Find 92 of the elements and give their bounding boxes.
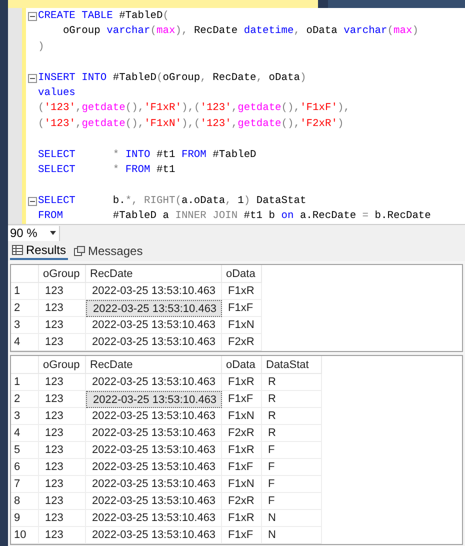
table-cell: 123 [39,425,86,442]
table-cell: F [262,459,322,476]
table-cell: 2022-03-25 13:53:10.463 [86,334,222,351]
table-cell: 123 [39,442,86,459]
table-cell: 2022-03-25 13:53:10.463 [86,300,222,317]
code-line: SELECT b.*, RIGHT(a.oData, 1) DataStat [38,194,306,209]
table-cell: F1xN [222,476,262,493]
table-cell: F1xF [222,527,262,544]
table-cell: F1xF [222,300,262,317]
zoom-dropdown[interactable]: 90 % [8,226,60,240]
table-cell: 123 [39,493,86,510]
table-cell: R [262,408,322,425]
table-cell: N [262,527,322,544]
table-cell: R [262,374,322,391]
table-cell: 123 [39,459,86,476]
table-cell: F1xN [222,408,262,425]
row-number: 2 [11,391,39,408]
table-cell: F1xF [222,459,262,476]
code-line: values [38,86,76,101]
table-cell: F1xR [222,374,262,391]
table-cell: 2022-03-25 13:53:10.463 [86,476,222,493]
code-line: SELECT * INTO #t1 FROM #TableD [38,148,256,163]
row-number: 2 [11,300,39,317]
row-number: 4 [11,334,39,351]
collapse-icon[interactable] [28,12,36,22]
table-cell: 2022-03-25 13:53:10.463 [86,442,222,459]
table-cell: 2022-03-25 13:53:10.463 [86,493,222,510]
row-number: 6 [11,459,39,476]
code-line: CREATE TABLE #TableD( [38,9,169,24]
caret-icon [50,231,56,235]
table-cell: 123 [39,476,86,493]
column-header[interactable]: RecDate [86,356,222,374]
row-number: 3 [11,317,39,334]
table-cell: F [262,476,322,493]
row-number: 7 [11,476,39,493]
header-corner [11,265,39,283]
table-cell: F2xR [222,334,262,351]
column-header[interactable]: RecDate [86,265,222,283]
table-cell: 123 [39,374,86,391]
table-cell: 123 [39,317,86,334]
results-tab[interactable]: Results [10,242,68,260]
table-cell: 2022-03-25 13:53:10.463 [86,510,222,527]
table-cell: R [262,425,322,442]
table-cell: 2022-03-25 13:53:10.463 [86,317,222,334]
table-cell: F [262,442,322,459]
code-line: INSERT INTO #TableD(oGroup, RecDate, oData) [38,70,306,86]
code-line: ) [38,40,44,55]
table-cell: 2022-03-25 13:53:10.463 [86,425,222,442]
column-header[interactable]: oGroup [39,265,86,283]
row-number: 8 [11,493,39,510]
code-line: SELECT * FROM #t1 [38,162,176,178]
table-cell: 123 [39,408,86,425]
table-cell: F [262,493,322,510]
row-number: 1 [11,374,39,391]
table-cell: 2022-03-25 13:53:10.463 [86,408,222,425]
table-cell: F1xR [222,442,262,459]
code-line: ('123',getdate(),'F1xN'),('123',getdate(),'F2xR') [38,116,344,132]
code-line: FROM #TableD a INNER JOIN #t1 b on a.RecDate = b.RecDate [38,209,431,224]
code-line: ('123',getdate(),'F1xR'),('123',getdate(),'F1xF'), [38,101,350,116]
table-cell: 2022-03-25 13:53:10.463 [86,391,222,408]
column-header[interactable]: oData [222,356,262,374]
code-line: oGroup varchar(max), RecDate datetime, oData varchar(max) [62,24,418,40]
collapse-icon[interactable] [28,196,36,206]
header-corner [11,356,39,374]
column-header[interactable]: oData [222,265,262,283]
table-cell: R [262,391,322,408]
table-cell: 123 [39,334,86,351]
grid-icon [12,245,23,255]
results-tab[interactable]: Messages [72,242,145,260]
table-cell: F1xF [222,391,262,408]
table-cell: F1xR [222,510,262,527]
table-cell: F1xR [222,283,262,300]
table-cell: 123 [39,527,86,544]
table-cell: F2xR [222,493,262,510]
table-cell: 2022-03-25 13:53:10.463 [86,527,222,544]
table-cell: 2022-03-25 13:53:10.463 [86,459,222,476]
table-cell: N [262,510,322,527]
collapse-icon[interactable] [28,74,36,83]
table-cell: 123 [39,283,86,300]
table-cell: F2xR [222,425,262,442]
row-number: 5 [11,442,39,459]
table-cell: F1xN [222,317,262,334]
row-number: 10 [11,527,39,544]
row-number: 9 [11,510,39,527]
column-header[interactable]: DataStat [262,356,322,374]
row-number: 4 [11,425,39,442]
code-editor[interactable] [8,8,465,224]
row-number: 3 [11,408,39,425]
column-header[interactable]: oGroup [39,356,86,374]
row-number: 1 [11,283,39,300]
messages-icon [74,246,86,256]
table-cell: 123 [39,510,86,527]
